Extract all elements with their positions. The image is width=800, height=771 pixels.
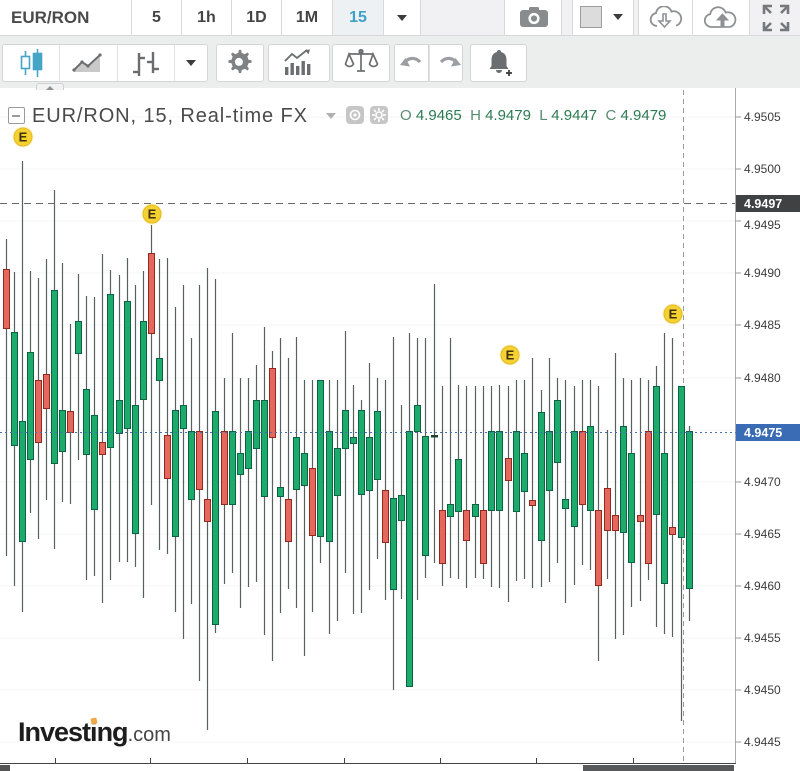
svg-text:4.9465: 4.9465 xyxy=(744,527,781,541)
svg-text:4.9475: 4.9475 xyxy=(744,426,782,440)
svg-text:4.9460: 4.9460 xyxy=(744,579,781,593)
svg-text:E: E xyxy=(148,207,157,222)
svg-text:4.9445: 4.9445 xyxy=(744,735,781,749)
svg-text:4.9495: 4.9495 xyxy=(744,218,781,232)
svg-text:4.9497: 4.9497 xyxy=(744,197,782,211)
svg-text:4.9490: 4.9490 xyxy=(744,266,781,280)
svg-text:4.9480: 4.9480 xyxy=(744,371,781,385)
svg-text:4.9455: 4.9455 xyxy=(744,631,781,645)
svg-text:E: E xyxy=(506,348,515,363)
svg-text:4.9485: 4.9485 xyxy=(744,318,781,332)
svg-text:E: E xyxy=(19,130,28,145)
svg-text:E: E xyxy=(669,307,678,322)
svg-text:4.9470: 4.9470 xyxy=(744,475,781,489)
svg-text:4.9450: 4.9450 xyxy=(744,683,781,697)
svg-text:4.9505: 4.9505 xyxy=(744,110,781,124)
svg-text:4.9500: 4.9500 xyxy=(744,162,781,176)
